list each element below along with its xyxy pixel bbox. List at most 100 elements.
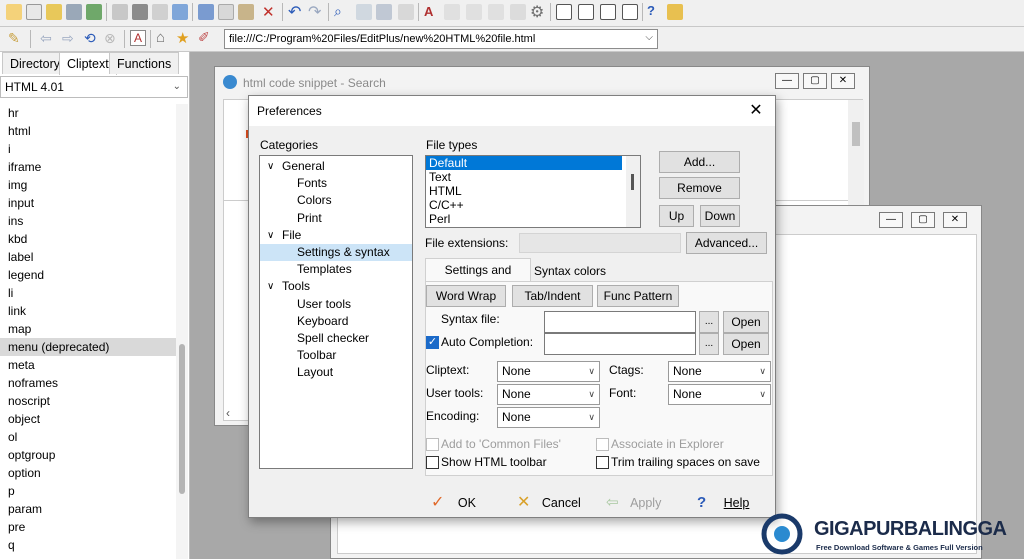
window-icon-4[interactable] [622, 4, 638, 20]
find-in-files-icon[interactable] [376, 4, 392, 20]
cliptext-item[interactable]: hr [0, 104, 176, 122]
cliptext-item[interactable]: p [0, 482, 176, 500]
new-document-icon[interactable] [26, 4, 42, 20]
tab-functions[interactable]: Functions [109, 52, 180, 74]
paste-icon[interactable] [238, 4, 254, 20]
cancel-button[interactable]: ✕ Cancel [517, 492, 587, 514]
scrollbar-thumb[interactable] [852, 122, 860, 146]
help-button[interactable]: ? Help [697, 492, 757, 514]
forward-icon[interactable]: ⇨ [62, 30, 74, 47]
tag-icon[interactable]: ✐ [198, 29, 210, 46]
cliptext-item[interactable]: img [0, 176, 176, 194]
file-types-list[interactable]: Default Text HTML C/C++ Perl [425, 155, 641, 228]
file-type-item[interactable]: Default [426, 156, 622, 170]
print-icon[interactable] [132, 4, 148, 20]
home-icon[interactable]: ⌂ [156, 29, 165, 46]
notes-icon[interactable] [667, 4, 683, 20]
stop-icon[interactable]: ⊗ [104, 30, 116, 47]
tab-settings-and-syntax[interactable]: Settings and syntax [425, 258, 531, 299]
scrollbar[interactable] [176, 104, 188, 559]
cliptext-item[interactable]: input [0, 194, 176, 212]
category-keyboard[interactable]: Keyboard [260, 313, 412, 330]
category-fonts[interactable]: Fonts [260, 175, 412, 192]
help-icon[interactable]: ? [647, 3, 655, 18]
scroll-left-icon[interactable]: ‹ [226, 406, 230, 420]
find-icon[interactable]: ⌕ [334, 3, 342, 20]
new-file-icon[interactable] [6, 4, 22, 20]
category-templates[interactable]: Templates [260, 261, 412, 278]
file-type-item[interactable]: HTML [426, 184, 622, 198]
cliptext-item[interactable]: iframe [0, 158, 176, 176]
open-syntax-button[interactable]: Open [723, 311, 769, 333]
file-type-item[interactable]: Perl [426, 212, 622, 226]
url-bar[interactable]: file:///C:/Program%20Files/EditPlus/new%… [224, 29, 658, 49]
copy-icon[interactable] [218, 4, 234, 20]
font-tag-icon[interactable]: A [130, 30, 146, 46]
tab-indent-button[interactable]: Tab/Indent [512, 285, 593, 307]
gear-icon[interactable]: ⚙ [530, 2, 544, 22]
encoding-select[interactable]: None ∨ [497, 407, 600, 428]
cliptext-item[interactable]: meta [0, 356, 176, 374]
maximize-icon[interactable]: ▢ [803, 73, 827, 89]
cliptext-item[interactable]: option [0, 464, 176, 482]
replace-icon[interactable] [356, 4, 372, 20]
ctags-select[interactable]: None ∨ [668, 361, 771, 382]
cliptext-item[interactable]: noscript [0, 392, 176, 410]
scrollbar[interactable] [626, 156, 640, 227]
cliptext-item[interactable]: object [0, 410, 176, 428]
file-type-item[interactable]: C/C++ [426, 198, 622, 212]
goto-icon[interactable] [398, 4, 414, 20]
cliptext-item[interactable]: kbd [0, 230, 176, 248]
category-file[interactable]: ∨ File [260, 227, 412, 244]
cliptext-item[interactable]: map [0, 320, 176, 338]
show-html-toolbar-checkbox[interactable] [426, 456, 439, 469]
apply-button[interactable]: ⇦ Apply [606, 492, 672, 514]
user-tools-select[interactable]: None ∨ [497, 384, 600, 405]
cliptext-item[interactable]: optgroup [0, 446, 176, 464]
redo-icon[interactable]: ↷ [308, 2, 321, 22]
cliptext-select[interactable]: None ∨ [497, 361, 600, 382]
add-common-files-checkbox[interactable] [426, 438, 439, 451]
associate-explorer-checkbox[interactable] [596, 438, 609, 451]
toggle-icon-b[interactable] [466, 4, 482, 20]
save-icon[interactable] [66, 4, 82, 20]
syntax-file-input[interactable] [544, 311, 696, 333]
category-user-tools[interactable]: User tools [260, 296, 412, 313]
close-icon[interactable]: ✕ [943, 212, 967, 228]
open-folder-icon[interactable] [46, 4, 62, 20]
category-tools[interactable]: ∨ Tools [260, 278, 412, 295]
minimize-icon[interactable]: — [879, 212, 903, 228]
chevron-down-icon[interactable]: ∨ [267, 158, 274, 175]
browse-syntax-button[interactable]: ... [699, 311, 719, 333]
file-extensions-field[interactable] [519, 233, 681, 253]
cliptext-item[interactable]: ins [0, 212, 176, 230]
cliptext-item[interactable]: pre [0, 518, 176, 536]
browse-autocompletion-button[interactable]: ... [699, 333, 719, 355]
delete-icon[interactable]: ✕ [262, 3, 275, 21]
font-select[interactable]: None ∨ [668, 384, 771, 405]
chevron-down-icon[interactable]: ∨ [267, 227, 274, 244]
add-button[interactable]: Add... [659, 151, 740, 173]
cliptext-item[interactable]: noframes [0, 374, 176, 392]
grid-icon[interactable] [510, 4, 526, 20]
toggle-icon-c[interactable] [488, 4, 504, 20]
print-preview-icon[interactable] [112, 4, 128, 20]
browser-view-icon[interactable] [172, 4, 188, 20]
cliptext-item[interactable]: label [0, 248, 176, 266]
spell-check-icon[interactable] [152, 4, 168, 20]
cliptext-item[interactable]: menu (deprecated) [0, 338, 176, 356]
minimize-icon[interactable]: — [775, 73, 799, 89]
pencil-icon[interactable]: ✎ [8, 30, 20, 47]
undo-icon[interactable]: ↶ [288, 2, 301, 22]
cliptext-item[interactable]: legend [0, 266, 176, 284]
category-layout[interactable]: Layout [260, 364, 412, 381]
auto-completion-input[interactable] [544, 333, 696, 355]
auto-completion-checkbox[interactable]: ✓ [426, 336, 439, 349]
window-icon-1[interactable] [556, 4, 572, 20]
toggle-icon-a[interactable] [444, 4, 460, 20]
favorites-icon[interactable]: ★ [176, 29, 189, 47]
file-type-item[interactable]: Text [426, 170, 622, 184]
cliptext-item[interactable]: q [0, 536, 176, 554]
scrollbar-thumb[interactable] [631, 174, 634, 190]
func-pattern-button[interactable]: Func Pattern [597, 285, 679, 307]
